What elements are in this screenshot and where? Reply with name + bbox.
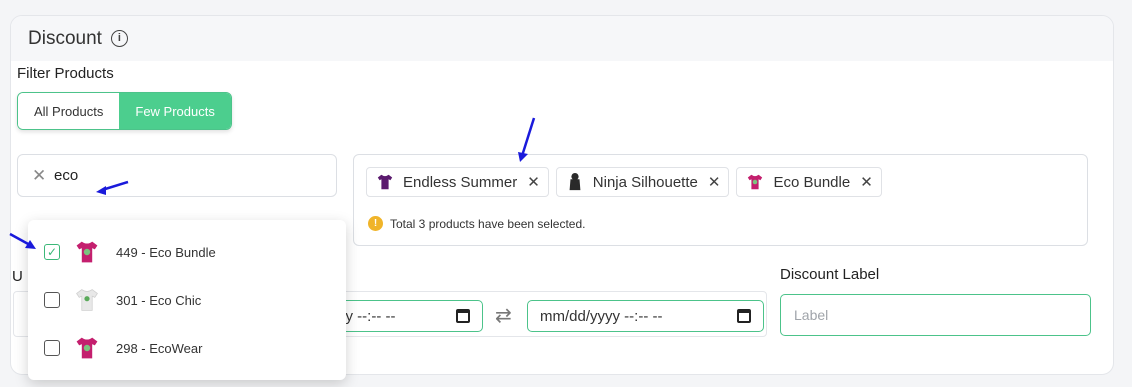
tshirt-icon [375,172,395,192]
option-label: 298 - EcoWear [116,340,203,356]
product-search-input[interactable]: ✕ eco [17,154,337,197]
chip-label: Ninja Silhouette [592,173,698,191]
discount-label-heading: Discount Label [780,266,880,283]
calendar-icon[interactable] [456,309,470,323]
dropdown-option[interactable]: 298 - EcoWear [28,324,346,372]
option-label: 301 - Eco Chic [116,292,202,308]
date-label-partial: U [12,268,23,285]
checkbox-checked[interactable]: ✓ [44,244,60,260]
selection-notice: ! Total 3 products have been selected. [368,216,585,231]
search-value: eco [54,167,79,184]
start-date-input[interactable]: yy --:-- -- [325,300,483,332]
annotation-arrow-icon [518,117,536,162]
selected-chip: Ninja Silhouette ✕ [555,167,730,197]
tshirt-icon [73,334,101,362]
card-title: Discount [28,27,102,49]
annotation-arrow-icon [96,180,129,195]
swap-arrows-icon: ⇄ [495,305,512,327]
selected-chip: Endless Summer ✕ [366,167,549,197]
hoodie-icon [565,172,585,192]
chip-label: Eco Bundle [773,173,851,191]
warning-icon: ! [368,216,383,231]
selected-products-panel: Endless Summer ✕ Ninja Silhouette ✕ Eco … [353,154,1088,246]
option-label: 449 - Eco Bundle [116,244,216,260]
remove-chip-icon[interactable]: ✕ [860,173,873,191]
end-date-input[interactable]: mm/dd/yyyy --:-- -- [527,300,764,332]
checkbox[interactable] [44,340,60,356]
clear-search-icon[interactable]: ✕ [32,166,48,186]
filter-products-label: Filter Products [17,65,114,82]
card-header: Discount i [11,16,1113,61]
selected-chips: Endless Summer ✕ Ninja Silhouette ✕ Eco … [366,167,882,197]
dropdown-option[interactable]: ✓ 449 - Eco Bundle [28,228,346,276]
tshirt-icon [73,286,101,314]
notice-text: Total 3 products have been selected. [390,216,586,231]
end-date-value: mm/dd/yyyy --:-- -- [540,307,663,325]
discount-label-placeholder: Label [794,307,829,323]
filter-products-toggle: All Products Few Products [17,92,232,130]
checkbox[interactable] [44,292,60,308]
annotation-arrow-icon [9,232,36,249]
chip-label: Endless Summer [403,173,518,191]
start-date-value: yy --:-- -- [338,307,396,325]
few-products-button[interactable]: Few Products [119,93,231,129]
tshirt-icon [745,172,765,192]
all-products-button[interactable]: All Products [18,93,120,129]
discount-label-input[interactable]: Label [780,294,1091,336]
dropdown-option[interactable]: 301 - Eco Chic [28,276,346,324]
remove-chip-icon[interactable]: ✕ [527,173,540,191]
selected-chip: Eco Bundle ✕ [736,167,882,197]
product-search-dropdown: ✓ 449 - Eco Bundle 301 - Eco Chic 298 - … [28,220,346,380]
tshirt-icon [73,238,101,266]
remove-chip-icon[interactable]: ✕ [708,173,721,191]
calendar-icon[interactable] [737,309,751,323]
info-icon[interactable]: i [110,30,128,47]
